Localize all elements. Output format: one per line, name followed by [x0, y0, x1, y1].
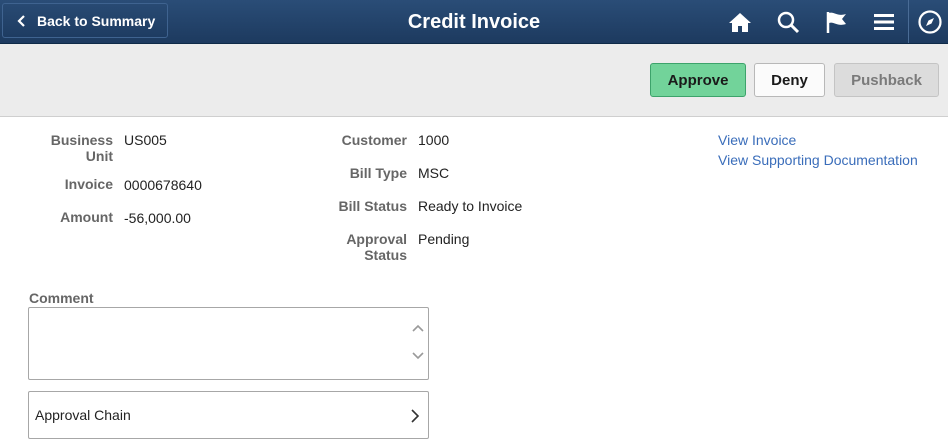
search-icon[interactable] — [774, 8, 802, 36]
business-unit-label: Business Unit — [51, 132, 113, 164]
approval-chain-label: Approval Chain — [35, 407, 131, 423]
view-supporting-documentation-link[interactable]: View Supporting Documentation — [718, 152, 918, 168]
header-divider — [908, 0, 909, 43]
approval-status-label-line1: Approval — [346, 231, 407, 247]
customer-label: Customer — [341, 132, 407, 148]
invoice-value: 0000678640 — [124, 177, 202, 193]
invoice-label: Invoice — [64, 176, 113, 192]
flag-icon[interactable] — [822, 8, 850, 36]
home-icon[interactable] — [726, 8, 754, 36]
amount-value: -56,000.00 — [124, 210, 191, 226]
approval-chain-row[interactable]: Approval Chain — [28, 391, 429, 439]
business-unit-label-line2: Unit — [85, 148, 113, 164]
bill-status-value: Ready to Invoice — [418, 198, 523, 214]
header-bar: Back to Summary Credit Invoice — [0, 0, 948, 44]
business-unit-value: US005 — [124, 132, 167, 148]
pushback-button[interactable]: Pushback — [834, 63, 939, 97]
action-toolbar: Approve Deny Pushback — [0, 44, 948, 117]
approval-status-label-line2: Status — [364, 247, 407, 263]
scroll-down-icon[interactable] — [412, 350, 424, 362]
deny-button[interactable]: Deny — [754, 63, 825, 97]
approve-button[interactable]: Approve — [650, 63, 746, 97]
bill-status-label: Bill Status — [338, 198, 407, 214]
view-invoice-link[interactable]: View Invoice — [718, 132, 796, 148]
menu-icon[interactable] — [870, 8, 898, 36]
approval-status-value: Pending — [418, 231, 470, 247]
scroll-up-icon[interactable] — [412, 322, 424, 334]
chevron-right-icon — [410, 408, 420, 424]
back-to-summary-button[interactable]: Back to Summary — [2, 3, 168, 38]
business-unit-label-line1: Business — [50, 132, 113, 148]
amount-label: Amount — [60, 209, 113, 225]
navbar-compass-icon[interactable] — [916, 8, 944, 36]
bill-type-label: Bill Type — [349, 165, 407, 181]
chevron-left-icon — [13, 12, 31, 30]
customer-value: 1000 — [418, 132, 450, 148]
approval-status-label: Approval Status — [346, 231, 407, 263]
comment-textarea[interactable] — [28, 307, 429, 380]
back-to-summary-label: Back to Summary — [37, 12, 156, 29]
bill-type-value: MSC — [418, 165, 450, 181]
comment-label: Comment — [29, 290, 94, 306]
